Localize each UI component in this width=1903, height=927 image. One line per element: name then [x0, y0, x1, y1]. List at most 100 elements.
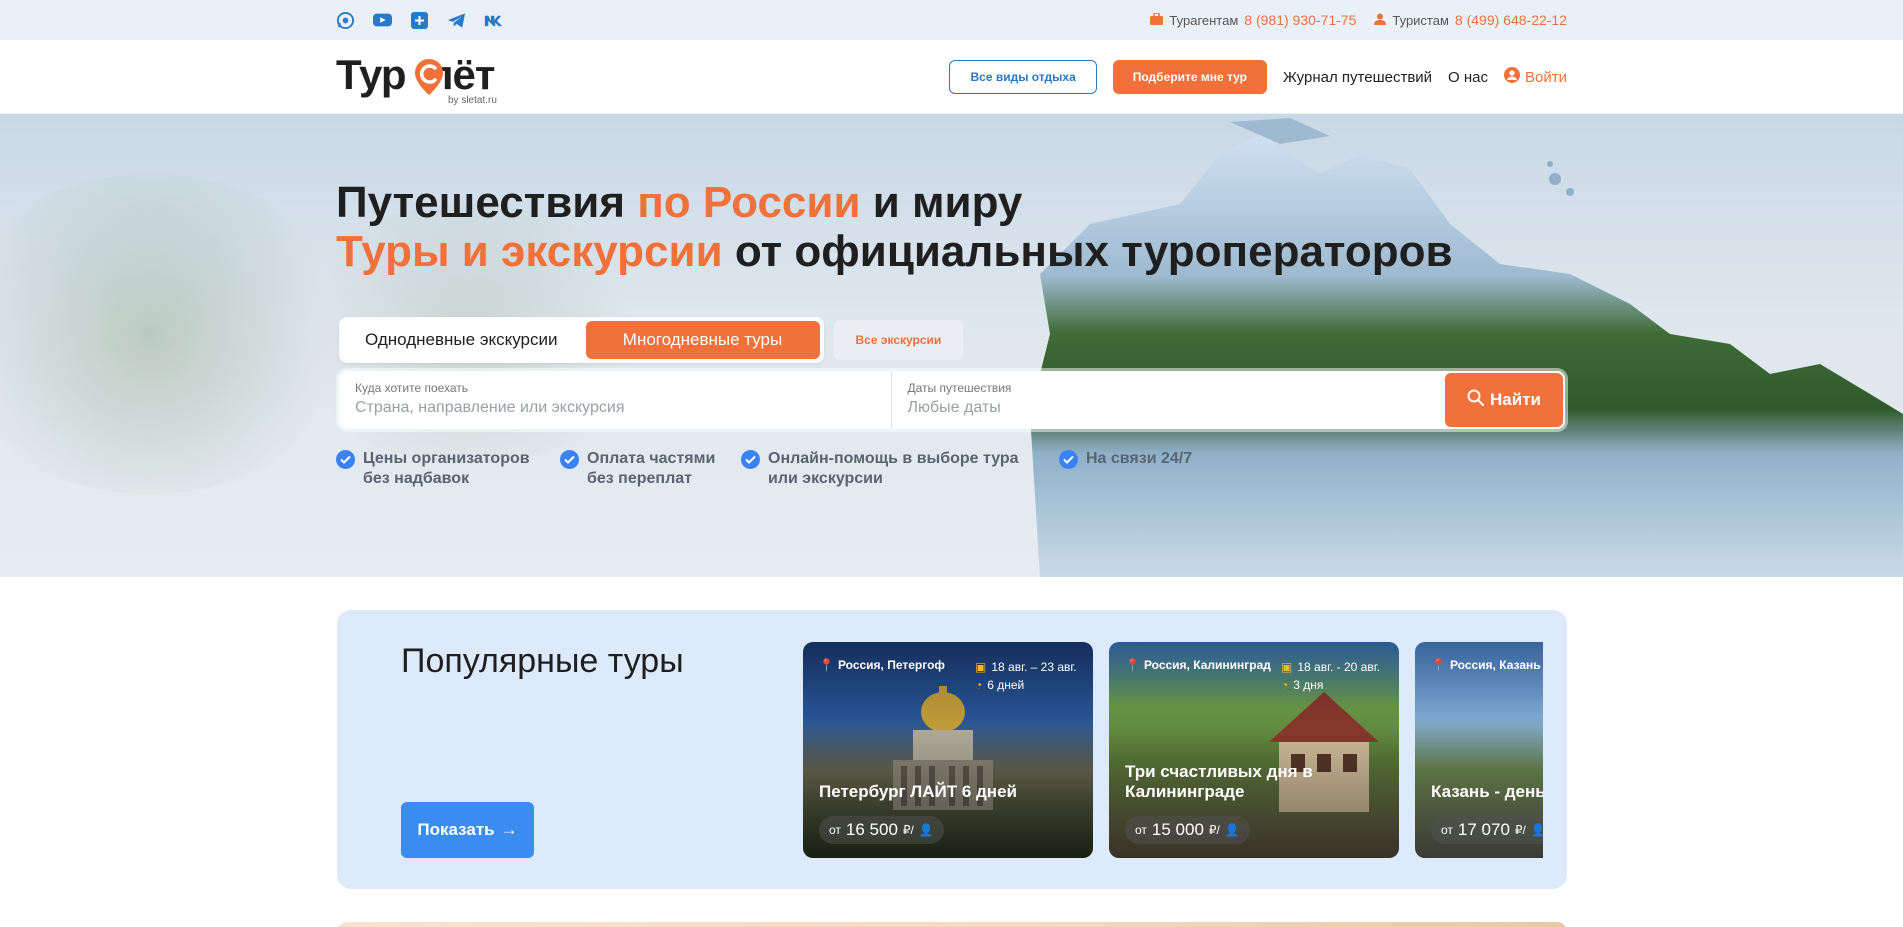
duration-text: 3 дня: [1293, 678, 1324, 692]
pick-tour-button[interactable]: Подберите мне тур: [1112, 60, 1267, 94]
check-icon: [1059, 450, 1078, 469]
benefit-item: Оплата частями без переплат: [560, 449, 741, 489]
tab-multi-day[interactable]: Многодневные туры: [585, 321, 820, 359]
card-title: Казань - день: [1431, 782, 1543, 801]
price-unit: ₽/: [1514, 823, 1526, 837]
benefits: Цены организаторов без надбавок Оплата ча…: [336, 449, 1219, 489]
contact-label: Туристам: [1392, 12, 1449, 28]
destination-label: Куда хотите поехать: [355, 381, 469, 395]
login-link[interactable]: Войти: [1504, 67, 1567, 87]
briefcase-icon: [1150, 11, 1164, 28]
person-icon: 👤: [1224, 823, 1240, 837]
card-location: 📍 Россия, Петергоф: [819, 658, 945, 672]
youtube-icon[interactable]: [373, 11, 392, 30]
card-location: 📍 Россия, Калининград: [1125, 658, 1271, 672]
arrow-right-icon: →: [500, 820, 518, 839]
card-location: 📍 Россия, Казань: [1431, 658, 1541, 672]
card-dates: ▣ 18 авг. – 23 авг. ◔ 6 дней: [975, 658, 1077, 694]
search-bar: Куда хотите поехать Страна, направление …: [339, 371, 1565, 429]
nav-journal[interactable]: Журнал путешествий: [1283, 69, 1432, 86]
benefit-item: На связи 24/7: [1059, 449, 1219, 489]
title-highlight: по России: [637, 178, 861, 227]
benefit-item: Онлайн-помощь в выборе тура или экскурсии: [741, 449, 1059, 489]
contacts: Турагентам 8 (981) 930-71-75 Туристам 8 …: [1150, 11, 1567, 28]
section-title: Популярные туры: [401, 642, 684, 680]
benefit-text: Оплата частями: [587, 450, 716, 467]
all-excursions-button[interactable]: Все экскурсии: [833, 320, 964, 360]
user-icon: [1374, 13, 1387, 28]
hero-title: Путешествия по России и миру Туры и экск…: [336, 178, 1453, 276]
next-section-banner: [337, 922, 1567, 927]
price-unit: ₽/: [902, 823, 914, 837]
benefit-text: без надбавок: [363, 470, 470, 487]
duration-text: 6 дней: [987, 678, 1025, 692]
title-part: от официальных туроператоров: [722, 227, 1453, 276]
logo[interactable]: Тур лёт by sletat.ru: [336, 52, 526, 107]
calendar-icon: ▣: [1281, 660, 1293, 674]
person-icon: 👤: [918, 823, 934, 837]
header: Тур лёт by sletat.ru Все виды отдыха Под…: [0, 40, 1903, 114]
clock-icon: ◔: [1281, 678, 1289, 692]
card-price: от 16 500 ₽/ 👤: [819, 816, 944, 844]
tour-cards: 📍 Россия, Петергоф ▣ 18 авг. – 23 авг. ◔ 6 …: [803, 642, 1543, 858]
price-value: 16 500: [845, 820, 898, 839]
location-text: Россия, Калининград: [1143, 658, 1271, 672]
phone-link[interactable]: 8 (981) 930-71-75: [1244, 12, 1356, 28]
price-value: 15 000: [1151, 820, 1204, 839]
price-unit: ₽/: [1208, 823, 1220, 837]
title-part: и миру: [860, 178, 1023, 227]
dates-text: 18 авг. - 20 авг.: [1297, 660, 1380, 674]
contact-label: Турагентам: [1169, 12, 1239, 28]
destination-input[interactable]: Страна, направление или экскурсия: [355, 399, 875, 417]
destination-field[interactable]: Куда хотите поехать Страна, направление …: [339, 371, 891, 429]
user-circle-icon: [1504, 67, 1521, 87]
dates-field[interactable]: Даты путешествия Любые даты: [890, 371, 1444, 429]
tour-card[interactable]: 📍 Россия, Калининград ▣ 18 авг. - 20 авг. …: [1109, 642, 1399, 858]
check-icon: [741, 450, 760, 469]
benefit-text: без переплат: [587, 470, 692, 487]
location-text: Россия, Петергоф: [837, 658, 945, 672]
card-price: от 17 070 ₽/ 👤: [1431, 816, 1543, 844]
whatsapp-icon[interactable]: [336, 11, 355, 30]
pin-icon: 📍: [1125, 658, 1140, 672]
tour-card[interactable]: 📍 Россия, Петергоф ▣ 18 авг. – 23 авг. ◔ 6 …: [803, 642, 1093, 858]
price-prefix: от: [1135, 823, 1147, 837]
show-button-label: Показать: [417, 820, 495, 839]
dates-label: Даты путешествия: [907, 381, 1012, 395]
benefit-item: Цены организаторов без надбавок: [336, 449, 560, 489]
person-icon: 👤: [1530, 823, 1543, 837]
social-links: [336, 11, 503, 30]
vk-icon[interactable]: [484, 11, 503, 30]
benefit-text: На связи 24/7: [1086, 450, 1193, 467]
main-nav: Все виды отдыха Подберите мне тур Журнал…: [949, 60, 1567, 94]
tour-type-tabs: Однодневные экскурсии Многодневные туры …: [339, 317, 964, 363]
pin-icon: 📍: [1431, 658, 1446, 672]
all-rest-types-button[interactable]: Все виды отдыха: [949, 60, 1097, 94]
tab-one-day[interactable]: Однодневные экскурсии: [343, 321, 580, 359]
dates-input[interactable]: Любые даты: [908, 399, 1428, 417]
hero: Путешествия по России и миру Туры и экск…: [0, 114, 1903, 577]
search-button-label: Найти: [1490, 390, 1541, 409]
contact-tourists: Туристам 8 (499) 648-22-12: [1374, 12, 1567, 28]
search-button[interactable]: Найти: [1445, 373, 1563, 427]
card-title: Три счастливых дня в Калининграде: [1125, 762, 1313, 801]
location-text: Россия, Казань: [1449, 658, 1541, 672]
show-button[interactable]: Показать →: [401, 802, 534, 858]
card-dates: ▣ 18 авг. - 20 авг. ◔ 3 дня: [1281, 658, 1380, 694]
tabset: Однодневные экскурсии Многодневные туры: [339, 317, 824, 363]
nav-about[interactable]: О нас: [1448, 69, 1488, 86]
calendar-icon: ▣: [975, 660, 987, 674]
logo-subtitle: by sletat.ru: [448, 95, 497, 106]
phone-link[interactable]: 8 (499) 648-22-12: [1455, 12, 1567, 28]
price-value: 17 070: [1457, 820, 1510, 839]
title-part: Путешествия: [336, 178, 638, 227]
dates-text: 18 авг. – 23 авг.: [991, 660, 1077, 674]
check-icon: [336, 450, 355, 469]
benefit-text: Цены организаторов: [363, 450, 530, 467]
card-title: Петербург ЛАЙТ 6 дней: [819, 782, 1017, 801]
search-icon: [1467, 389, 1485, 411]
telegram-icon[interactable]: [447, 11, 466, 30]
tour-card[interactable]: 📍 Россия, Казань Казань - день от 17 070 ₽/…: [1415, 642, 1543, 858]
benefit-text: или экскурсии: [768, 470, 883, 487]
plus-icon[interactable]: [410, 11, 429, 30]
